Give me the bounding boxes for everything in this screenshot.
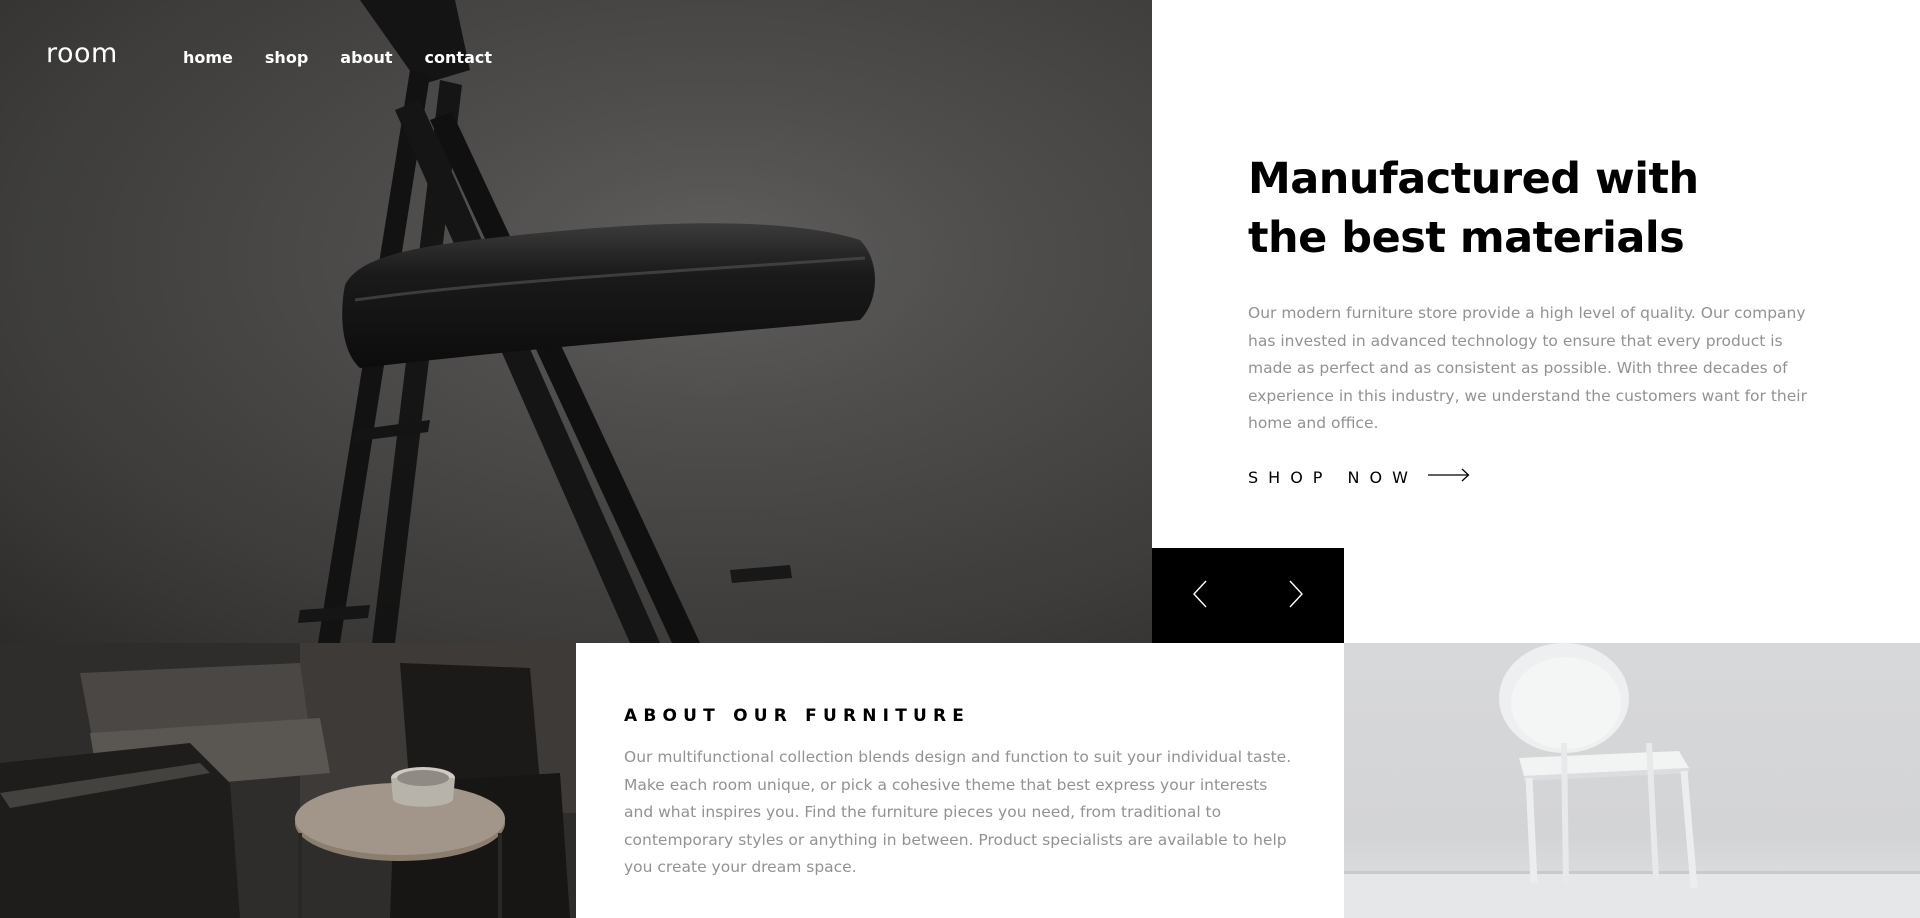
shop-now-label: SHOP NOW	[1248, 468, 1418, 487]
hero-description: Our modern furniture store provide a hig…	[1248, 304, 1807, 432]
folding-chair-illustration	[0, 0, 1152, 643]
nav-item-home[interactable]: home	[183, 48, 233, 67]
about-section: ABOUT OUR FURNITURE Our multifunctional …	[576, 643, 1344, 918]
slider-next-button[interactable]	[1248, 548, 1344, 643]
hero-title: Manufactured with the best materials	[1248, 150, 1768, 268]
about-image-light	[1344, 643, 1920, 918]
nav-item-about[interactable]: about	[340, 48, 392, 67]
hero-image	[0, 0, 1152, 643]
chevron-left-icon	[1192, 580, 1208, 611]
nav-item-contact[interactable]: contact	[425, 48, 492, 67]
about-image-dark	[0, 643, 576, 918]
hero-title-line-1: Manufactured with	[1248, 154, 1699, 204]
chevron-right-icon	[1288, 580, 1304, 611]
arrow-right-icon	[1427, 468, 1470, 487]
about-description: Our multifunctional collection blends de…	[624, 748, 1292, 876]
about-title: ABOUT OUR FURNITURE	[624, 706, 971, 726]
slider-prev-button[interactable]	[1152, 548, 1248, 643]
brand-logo[interactable]: room	[46, 38, 118, 69]
shop-now-button[interactable]: SHOP NOW	[1248, 468, 1470, 487]
slider-controls	[1152, 548, 1344, 643]
nav-item-shop[interactable]: shop	[265, 48, 308, 67]
white-chair-illustration	[1344, 643, 1920, 918]
living-room-illustration	[0, 643, 576, 918]
hero-title-line-2: the best materials	[1248, 213, 1685, 263]
main-nav: home shop about contact	[183, 48, 492, 67]
